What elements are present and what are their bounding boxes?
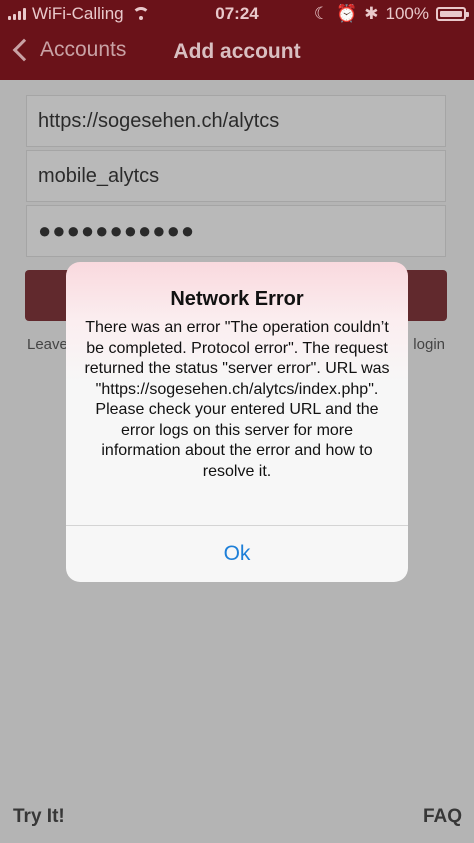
status-bar: WiFi-Calling 07:24 ☾ ⏰ ✱ 100%: [0, 0, 474, 26]
alarm-icon: ⏰: [336, 4, 358, 23]
top-bar: WiFi-Calling 07:24 ☾ ⏰ ✱ 100% Accounts A…: [0, 0, 474, 80]
alert-message: There was an error "The operation couldn…: [84, 319, 390, 480]
page-title: Add account: [173, 40, 301, 63]
moon-icon: ☾: [313, 4, 330, 23]
nav-bar: Accounts Add account: [0, 26, 474, 80]
bluetooth-icon: ✱: [364, 4, 379, 23]
network-error-alert: Network Error There was an error "The op…: [66, 262, 408, 582]
battery-percent: 100%: [385, 4, 429, 23]
battery-icon: [436, 7, 469, 21]
alert-title: Network Error: [170, 288, 304, 310]
ok-button[interactable]: Ok: [66, 526, 408, 582]
status-right: ☾ ⏰ ✱ 100%: [313, 4, 469, 24]
